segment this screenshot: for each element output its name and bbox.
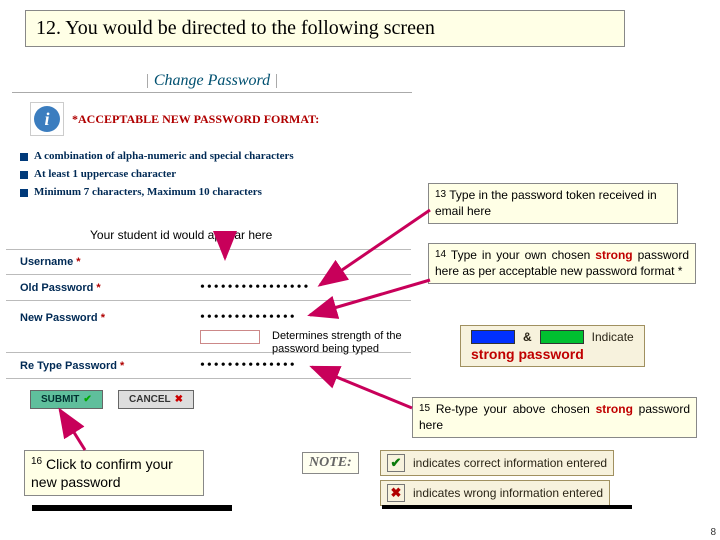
arrow-icon	[0, 0, 720, 540]
page-number: 8	[710, 527, 716, 538]
